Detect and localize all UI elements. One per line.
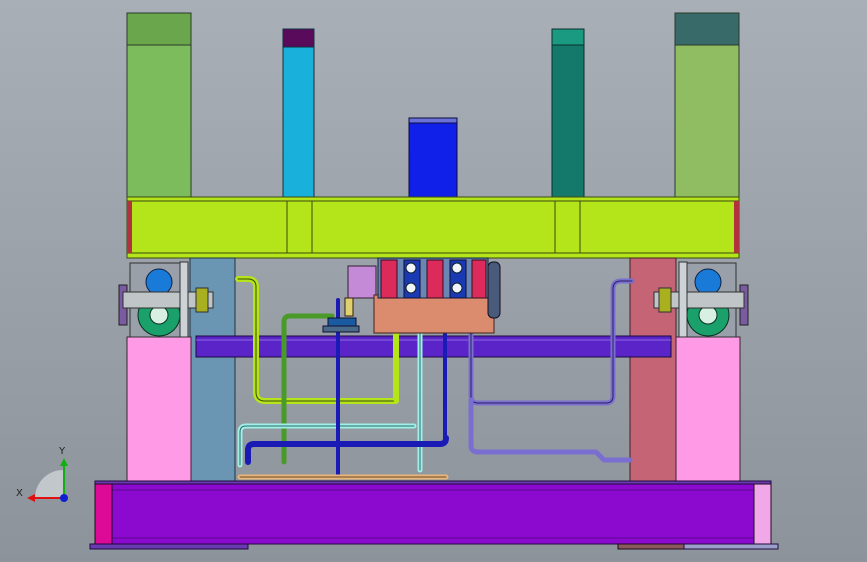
y-axis-label: Y (58, 446, 66, 457)
x-axis-arrowhead (27, 494, 35, 502)
cad-viewport[interactable]: X Y (0, 0, 867, 562)
axis-triad: X Y (16, 446, 68, 502)
z-axis-dot (60, 494, 68, 502)
y-axis-arrowhead (60, 458, 68, 466)
x-axis-label: X (16, 488, 23, 499)
triad-base-disc (34, 469, 64, 498)
